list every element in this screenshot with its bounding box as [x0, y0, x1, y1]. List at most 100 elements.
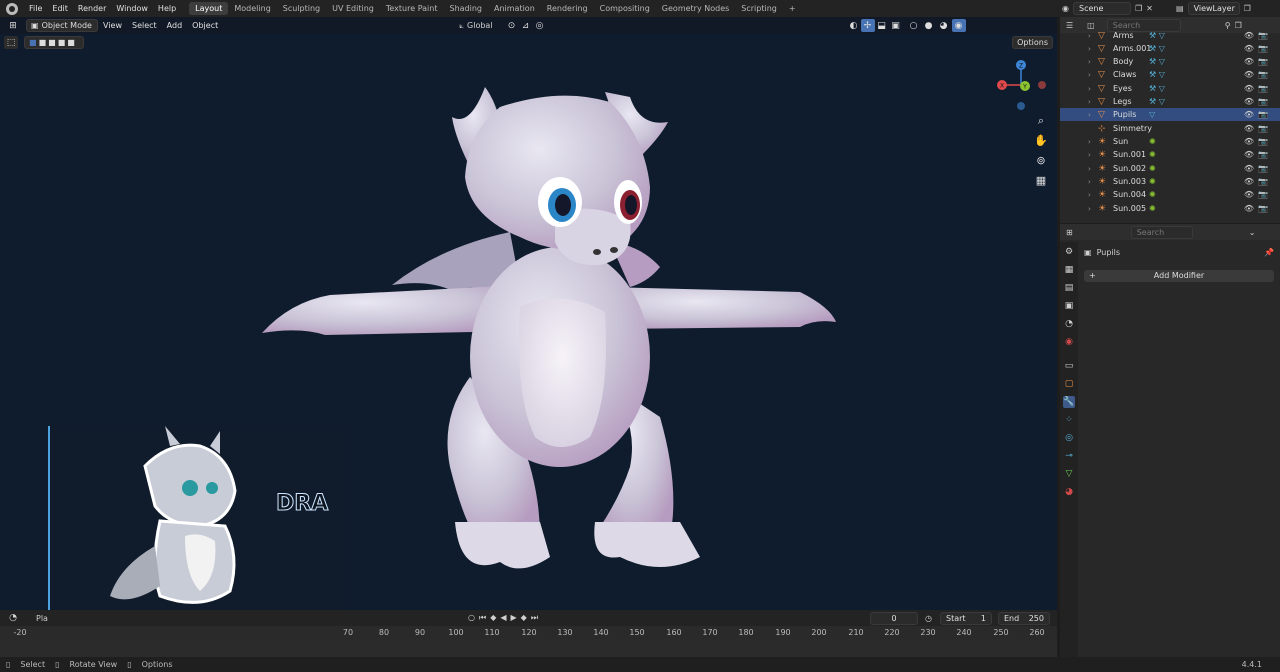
wireframe-shading-icon[interactable]: ○: [907, 19, 921, 32]
outliner-row[interactable]: ⊹ Simmetry 👁📷: [1060, 122, 1280, 135]
expand-arrow-icon[interactable]: ›: [1088, 151, 1098, 159]
visibility-render-icons[interactable]: 👁📷: [1244, 110, 1272, 119]
tab-compositing[interactable]: Compositing: [594, 2, 656, 15]
snap-icon[interactable]: ⊿: [519, 19, 533, 32]
data-tab-icon[interactable]: ▽: [1063, 468, 1075, 480]
record-icon[interactable]: ○: [468, 613, 475, 623]
outliner-row[interactable]: › ▽ Legs ⚒ ▽ 👁📷: [1060, 95, 1280, 108]
camera-icon[interactable]: ⊚: [1034, 154, 1048, 168]
menu-file[interactable]: File: [24, 4, 47, 13]
frame-rate-icon[interactable]: ◷: [925, 614, 932, 623]
view-layer-tab-icon[interactable]: ▣: [1063, 300, 1075, 312]
visibility-render-icons[interactable]: 👁📷: [1244, 97, 1272, 106]
visibility-render-icons[interactable]: 👁📷: [1244, 84, 1272, 93]
menu-edit[interactable]: Edit: [47, 4, 73, 13]
visibility-icon[interactable]: ◐: [847, 19, 861, 32]
modifier-tab-icon[interactable]: 🔧: [1063, 396, 1075, 408]
perspective-grid-icon[interactable]: ▦: [1034, 174, 1048, 188]
current-frame-field[interactable]: 0: [870, 611, 918, 625]
mode-dropdown[interactable]: ▣ Object Mode: [26, 19, 98, 32]
render-tab-icon[interactable]: ▦: [1063, 264, 1075, 276]
outliner-row[interactable]: › ▽ Arms ⚒ ▽ 👁📷: [1060, 29, 1280, 42]
expand-arrow-icon[interactable]: ›: [1088, 85, 1098, 93]
particles-tab-icon[interactable]: ⁘: [1063, 414, 1075, 426]
overlays-icon[interactable]: ⬓: [875, 19, 889, 32]
visibility-render-icons[interactable]: 👁📷: [1244, 204, 1272, 213]
outliner-row[interactable]: › ▽ Eyes ⚒ ▽ 👁📷: [1060, 82, 1280, 95]
visibility-render-icons[interactable]: 👁📷: [1244, 31, 1272, 40]
outliner-row[interactable]: › ▽ Body ⚒ ▽ 👁📷: [1060, 55, 1280, 68]
editor-type-icon[interactable]: ⊞: [6, 19, 20, 32]
tab-texture-paint[interactable]: Texture Paint: [380, 2, 444, 15]
view-layer-field[interactable]: ViewLayer: [1187, 2, 1240, 15]
blender-logo-icon[interactable]: [6, 2, 18, 15]
world-tab-icon[interactable]: ◉: [1063, 336, 1075, 348]
properties-editor-icon[interactable]: ⊞: [1066, 228, 1073, 237]
play-reverse-icon[interactable]: ◀: [500, 613, 506, 623]
output-tab-icon[interactable]: ▤: [1063, 282, 1075, 294]
tab-shading[interactable]: Shading: [443, 2, 488, 15]
tab-layout[interactable]: Layout: [189, 2, 229, 15]
timeline-ruler[interactable]: -20 70 80 90 100 110 120 130 140 150 160…: [0, 626, 1057, 639]
outliner-row[interactable]: › ☀ Sun.005 ✺ 👁📷: [1060, 202, 1280, 215]
proportional-edit-icon[interactable]: ◎: [533, 19, 547, 32]
outliner-row[interactable]: › ▽ Arms.001 ⚒ ▽ 👁📷: [1060, 42, 1280, 55]
tool-tab-icon[interactable]: ⚙: [1063, 246, 1075, 258]
outliner-row[interactable]: › ▽ Claws ⚒ ▽ 👁📷: [1060, 68, 1280, 81]
visibility-render-icons[interactable]: 👁📷: [1244, 164, 1272, 173]
select-intersect-icon[interactable]: ■: [67, 37, 75, 48]
end-frame-field[interactable]: End 250: [998, 611, 1050, 625]
outliner-row[interactable]: › ☀ Sun.001 ✺ 👁📷: [1060, 148, 1280, 161]
navigation-gizmo[interactable]: Z X Y: [993, 59, 1049, 115]
tab-geometry-nodes[interactable]: Geometry Nodes: [656, 2, 735, 15]
delete-scene-icon[interactable]: ✕: [1146, 4, 1153, 13]
constraints-tab-icon[interactable]: ⊸: [1063, 450, 1075, 462]
menu-window[interactable]: Window: [111, 4, 153, 13]
prev-keyframe-icon[interactable]: ◆: [490, 613, 496, 623]
expand-arrow-icon[interactable]: ›: [1088, 45, 1098, 53]
outliner-row-selected[interactable]: › ▽ Pupils ▽ 👁📷: [1060, 108, 1280, 122]
next-keyframe-icon[interactable]: ◆: [521, 613, 527, 623]
gizmo-toggle-icon[interactable]: ✢: [860, 19, 875, 32]
expand-arrow-icon[interactable]: ›: [1088, 98, 1098, 106]
select-invert-icon[interactable]: ■: [58, 37, 66, 48]
playback-menu[interactable]: Pla: [36, 614, 48, 623]
viewport-menu-select[interactable]: Select: [127, 21, 162, 30]
scene-tab-icon[interactable]: ◔: [1063, 318, 1075, 330]
viewport-menu-object[interactable]: Object: [187, 21, 223, 30]
select-subtract-icon[interactable]: ■: [48, 37, 56, 48]
visibility-render-icons[interactable]: 👁📷: [1244, 190, 1272, 199]
tab-modeling[interactable]: Modeling: [228, 2, 276, 15]
play-icon[interactable]: ▶: [511, 613, 517, 623]
select-extend-icon[interactable]: ■: [39, 37, 47, 48]
menu-help[interactable]: Help: [153, 4, 181, 13]
expand-arrow-icon[interactable]: ›: [1088, 58, 1098, 66]
expand-arrow-icon[interactable]: ›: [1088, 138, 1098, 146]
xray-icon[interactable]: ▣: [889, 19, 903, 32]
expand-arrow-icon[interactable]: ›: [1088, 71, 1098, 79]
visibility-render-icons[interactable]: 👁📷: [1244, 44, 1272, 53]
material-shading-icon[interactable]: ◕: [937, 19, 951, 32]
menu-render[interactable]: Render: [73, 4, 111, 13]
expand-arrow-icon[interactable]: ›: [1088, 111, 1098, 119]
properties-options-icon[interactable]: ⌄: [1249, 228, 1256, 237]
visibility-render-icons[interactable]: 👁📷: [1244, 124, 1272, 133]
new-scene-icon[interactable]: ❐: [1135, 4, 1142, 13]
add-modifier-button[interactable]: + Add Modifier: [1084, 270, 1274, 282]
visibility-render-icons[interactable]: 👁📷: [1244, 137, 1272, 146]
expand-arrow-icon[interactable]: ›: [1088, 205, 1098, 213]
new-view-layer-icon[interactable]: ❐: [1244, 4, 1251, 13]
expand-arrow-icon[interactable]: ›: [1088, 178, 1098, 186]
collection-tab-icon[interactable]: ▭: [1063, 360, 1075, 372]
physics-tab-icon[interactable]: ◎: [1063, 432, 1075, 444]
tab-scripting[interactable]: Scripting: [735, 2, 783, 15]
select-tool-icon[interactable]: ⬚: [4, 36, 18, 49]
start-frame-field[interactable]: Start 1: [940, 611, 992, 625]
dragon-model[interactable]: [262, 87, 836, 569]
viewport-menu-view[interactable]: View: [98, 21, 127, 30]
jump-end-icon[interactable]: ⏭: [531, 613, 538, 623]
properties-search-input[interactable]: Search: [1130, 225, 1193, 239]
object-tab-icon[interactable]: ▢: [1063, 378, 1075, 390]
pin-icon[interactable]: 📌: [1264, 248, 1274, 257]
pivot-icon[interactable]: ⊙: [505, 19, 519, 32]
